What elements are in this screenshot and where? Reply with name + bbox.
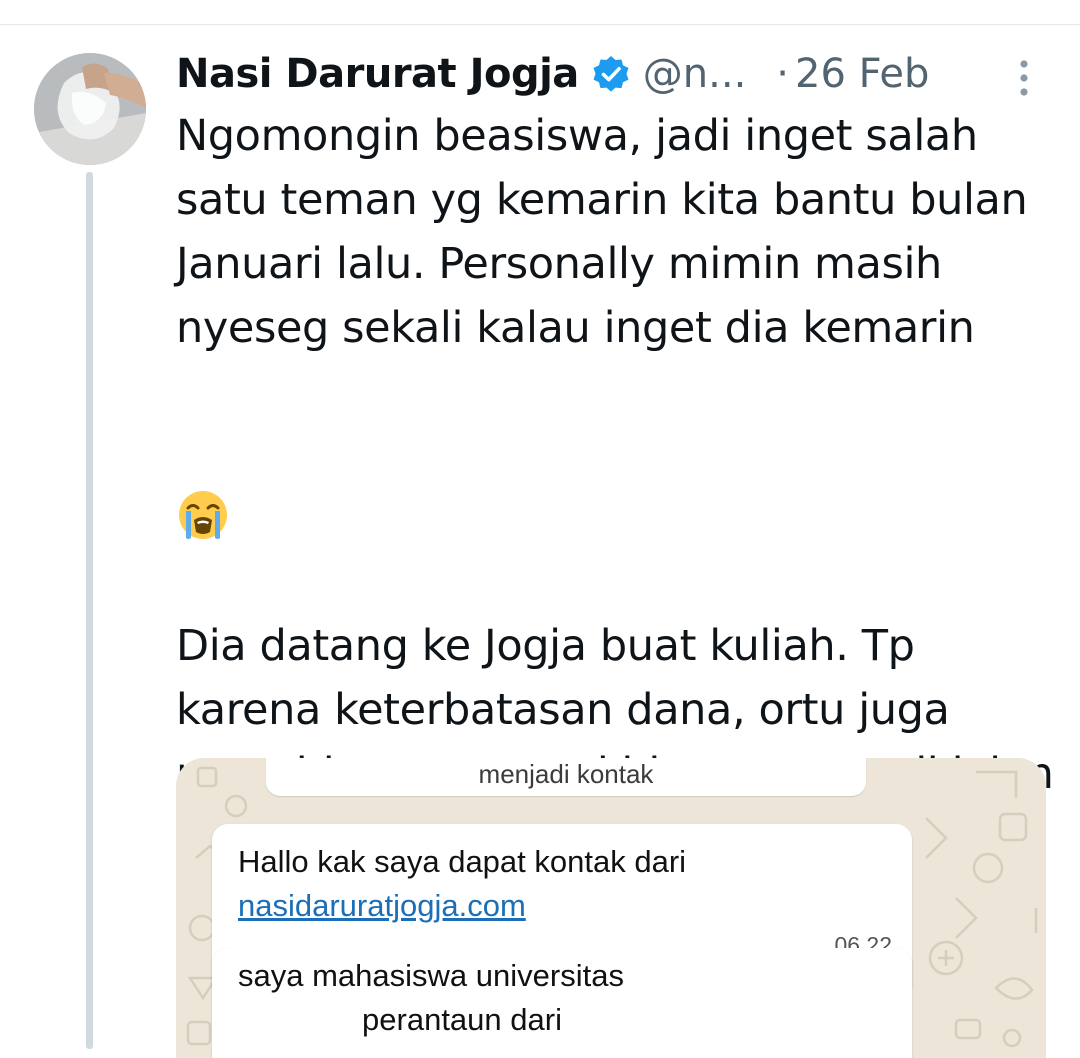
chat-message-text: saya mahasiswa universitas: [238, 958, 624, 993]
tweet-text: Ngomongin beasiswa, jadi inget salah sat…: [176, 104, 1066, 870]
chat-message-bubble: saya mahasiswa universitas perantaun dar…: [212, 948, 912, 1058]
tweet-date[interactable]: 26 Feb: [795, 51, 929, 97]
tweet-media-screenshot[interactable]: menjadi kontak Hallo kak saya dapat kont…: [176, 758, 1046, 1058]
tweet-emoji-line: [176, 360, 1066, 550]
chat-message-link: nasidaruratjogja.com: [238, 888, 526, 923]
tweet-paragraph-1: Ngomongin beasiswa, jadi inget salah sat…: [176, 104, 1066, 360]
author-display-name[interactable]: Nasi Darurat Jogja: [176, 51, 579, 97]
tweet-header: Nasi Darurat Jogja @n... · 26 Feb: [176, 44, 1056, 104]
tweet-paragraph-1-text: Ngomongin beasiswa, jadi inget salah sat…: [176, 111, 1028, 353]
avatar[interactable]: [34, 53, 146, 165]
thread-connector-line: [86, 172, 93, 1049]
tweet-spacer: ​: [176, 550, 1066, 614]
verified-badge-icon: [591, 54, 631, 94]
more-vertical-icon[interactable]: [1014, 58, 1034, 98]
system-message-bubble: menjadi kontak: [266, 758, 866, 796]
avatar-image: [34, 53, 146, 165]
author-handle[interactable]: @n...: [643, 51, 747, 97]
top-divider: [0, 24, 1080, 25]
chat-message-text: perantaun dari: [362, 1002, 562, 1037]
system-message-text: menjadi kontak: [478, 759, 654, 789]
chat-message-text: Hallo kak saya dapat kontak dari: [238, 844, 687, 879]
loudly-crying-face-icon: [176, 424, 230, 539]
header-separator: ·: [776, 51, 789, 97]
